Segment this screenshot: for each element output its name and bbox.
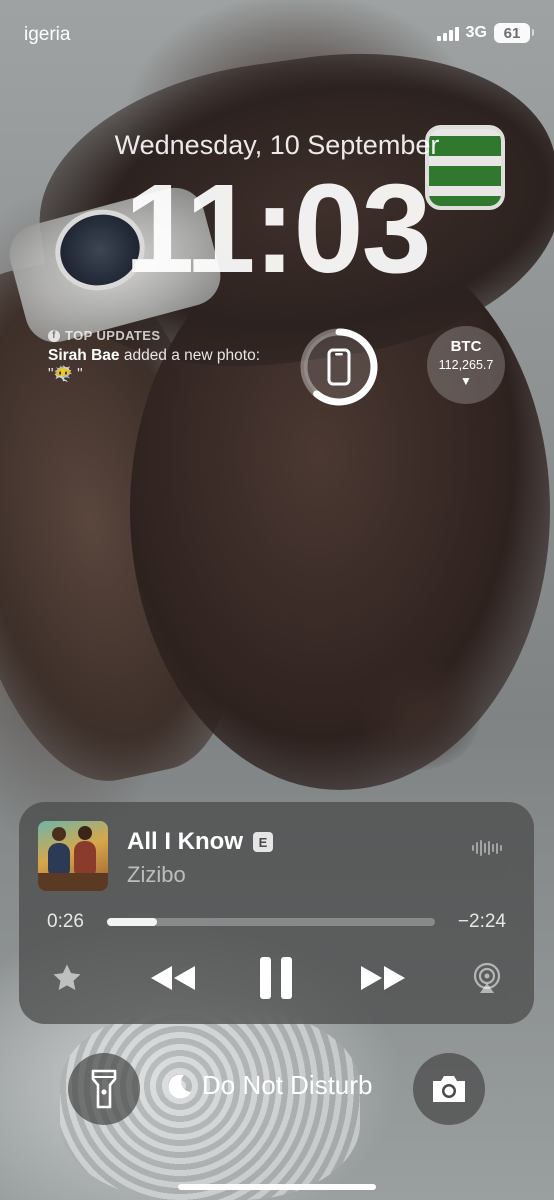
time-remaining: −2:24 <box>457 911 506 932</box>
top-updates-body: Sirah Bae added a new photo: "😶‍🌫️ " <box>48 346 278 385</box>
battery-ring-gauge <box>300 328 378 406</box>
explicit-badge: E <box>253 832 273 852</box>
flashlight-button[interactable] <box>68 1053 140 1125</box>
top-updates-header: f TOP UPDATES <box>48 328 278 343</box>
focus-mode[interactable]: Do Not Disturb <box>166 1070 373 1101</box>
pause-icon[interactable] <box>251 950 301 1006</box>
waveform-icon <box>472 840 502 856</box>
camera-button[interactable] <box>413 1053 485 1125</box>
network-type: 3G <box>465 24 487 41</box>
track-title: All I Know <box>127 828 243 855</box>
top-updates-widget[interactable]: f TOP UPDATES Sirah Bae added a new phot… <box>48 328 278 385</box>
facebook-icon: f <box>48 329 60 342</box>
wallpaper-ear <box>360 660 480 770</box>
home-indicator[interactable] <box>178 1184 376 1190</box>
playback-scrubber[interactable] <box>107 918 435 926</box>
battery-level: 61 <box>503 24 521 42</box>
camera-icon <box>433 1076 465 1102</box>
update-author: Sirah Bae <box>48 347 120 364</box>
album-art[interactable] <box>38 821 108 891</box>
flashlight-icon <box>91 1069 117 1109</box>
now-playing-widget[interactable]: All I Know E Zizibo 0:26 −2:24 <box>19 802 534 1024</box>
focus-mode-label: Do Not Disturb <box>202 1070 373 1100</box>
track-artist: Zizibo <box>127 862 186 887</box>
airplay-icon[interactable] <box>467 950 507 1006</box>
carrier-name: igeria <box>24 24 71 45</box>
star-icon[interactable] <box>47 950 87 1006</box>
btc-widget[interactable]: BTC 112,265.7 ▼ <box>427 326 505 404</box>
btc-trend-icon: ▼ <box>460 374 472 388</box>
status-indicators: 3G 61 <box>436 23 534 43</box>
fast-forward-icon[interactable] <box>353 950 413 1006</box>
time-elapsed: 0:26 <box>47 911 84 932</box>
status-bar: igeria 3G 61 <box>0 0 554 70</box>
battery-ring-widget[interactable] <box>298 326 380 408</box>
playback-controls <box>19 950 534 1006</box>
moon-icon <box>168 1073 191 1098</box>
playback-progress-fill <box>107 918 158 926</box>
signal-icon <box>436 25 459 41</box>
track-title-row: All I Know E <box>127 828 273 856</box>
battery-icon: 61 <box>494 23 534 43</box>
btc-price: 112,265.7 <box>438 358 494 372</box>
top-updates-title: TOP UPDATES <box>65 328 161 343</box>
btc-label: BTC <box>450 338 482 355</box>
lock-date: Wednesday, 10 September <box>114 130 440 160</box>
lock-time[interactable]: 11:03 <box>0 162 554 295</box>
rewind-icon[interactable] <box>143 950 203 1006</box>
